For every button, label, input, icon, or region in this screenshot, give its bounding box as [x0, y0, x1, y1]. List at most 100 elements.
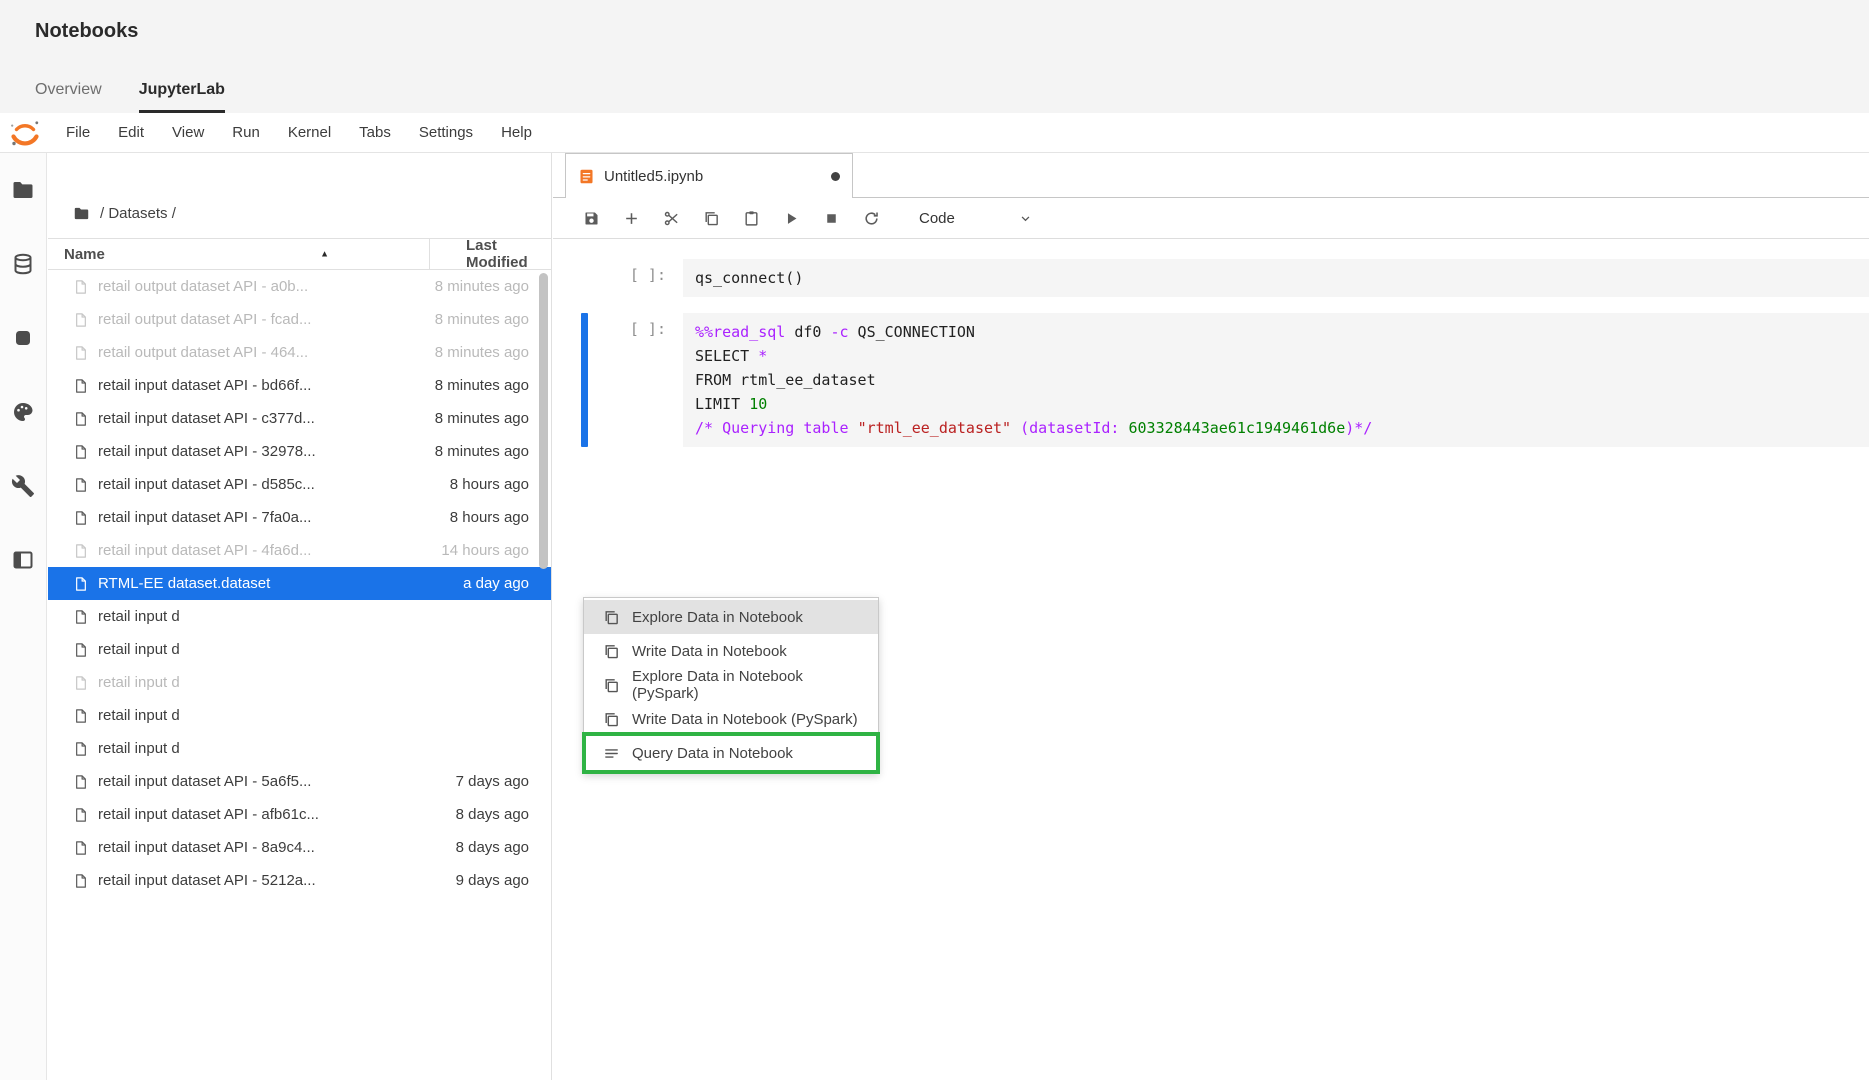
file-row[interactable]: retail input d [48, 600, 551, 633]
file-row[interactable]: retail input dataset API - bd66f... 8 min… [48, 369, 551, 402]
file-icon [73, 873, 89, 889]
notebook-cell[interactable]: [ ]: %%read_sql df0 -c QS_CONNECTION SELEC… [553, 313, 1869, 447]
cut-button[interactable] [663, 210, 680, 227]
cell-editor[interactable]: %%read_sql df0 -c QS_CONNECTION SELECT * F… [683, 313, 1869, 447]
file-row[interactable]: retail input d [48, 732, 551, 765]
cell-editor[interactable]: qs_connect() [683, 259, 1869, 297]
menu-view[interactable]: View [158, 113, 218, 152]
file-row[interactable]: retail input dataset API - 4fa6d... 14 ho… [48, 534, 551, 567]
file-modified: 9 days ago [455, 872, 529, 889]
platform-header: Notebooks Overview JupyterLab [0, 0, 1869, 113]
sidebar-tab-stop[interactable] [0, 301, 47, 375]
file-modified: a day ago [463, 575, 529, 592]
file-name: retail input dataset API - bd66f... [98, 377, 312, 394]
copy-button[interactable] [703, 210, 720, 227]
menu-run[interactable]: Run [218, 113, 274, 152]
context-item-explore-data-in-notebook[interactable]: Explore Data in Notebook [584, 600, 878, 634]
page-title: Notebooks [35, 20, 139, 42]
file-icon [73, 345, 89, 361]
file-modified: 8 minutes ago [434, 410, 529, 427]
menu-file[interactable]: File [52, 113, 104, 152]
file-modified: 8 minutes ago [434, 278, 529, 295]
file-row[interactable]: retail input dataset API - 7fa0a... 8 hou… [48, 501, 551, 534]
folder-icon [73, 205, 90, 222]
sort-ascending-icon[interactable]: ▲ [320, 249, 329, 259]
file-row[interactable]: retail input dataset API - c377d... 8 min… [48, 402, 551, 435]
save-button[interactable] [583, 210, 600, 227]
sidebar-tab-wrench[interactable] [0, 449, 47, 523]
sidebar-tab-palette[interactable] [0, 375, 47, 449]
notebook-tab[interactable]: Untitled5.ipynb [565, 153, 853, 198]
copy-icon [603, 609, 620, 626]
toolbar-buttons [583, 210, 880, 227]
tab-overview[interactable]: Overview [35, 81, 102, 113]
context-item-label: Explore Data in Notebook [632, 608, 803, 626]
menu-settings[interactable]: Settings [405, 113, 487, 152]
file-name: retail input dataset API - 32978... [98, 443, 316, 460]
context-item-label: Write Data in Notebook [632, 642, 787, 660]
file-row[interactable]: retail output dataset API - a0b... 8 minu… [48, 270, 551, 303]
notebook-cell[interactable]: [ ]: qs_connect() [553, 259, 1869, 297]
tab-jupyterlab[interactable]: JupyterLab [138, 81, 225, 113]
file-name: retail output dataset API - a0b... [98, 278, 309, 295]
wrench-icon [11, 474, 35, 498]
file-modified: 8 hours ago [449, 476, 529, 493]
menu-help[interactable]: Help [487, 113, 546, 152]
file-row[interactable]: retail input d [48, 699, 551, 732]
file-row[interactable]: retail input d [48, 666, 551, 699]
sidebar-tab-folder[interactable] [0, 153, 47, 227]
main-area: / Datasets / Name ▲ Last Modified retail… [0, 153, 1869, 1080]
file-row[interactable]: retail input d [48, 633, 551, 666]
menu-kernel[interactable]: Kernel [274, 113, 345, 152]
file-row[interactable]: retail output dataset API - 464... 8 minu… [48, 336, 551, 369]
context-item-write-data-in-notebook-pyspark[interactable]: Write Data in Notebook (PySpark) [584, 702, 878, 736]
file-row[interactable]: retail input dataset API - 5a6f5... 7 day… [48, 765, 551, 798]
jupyter-logo-icon [8, 118, 42, 148]
chevron-down-icon[interactable] [1018, 211, 1033, 226]
file-row[interactable]: retail input dataset API - 5212a... 9 day… [48, 864, 551, 897]
file-row[interactable]: retail input dataset API - d585c... 8 hou… [48, 468, 551, 501]
add-button[interactable] [623, 210, 640, 227]
context-menu: Explore Data in Notebook Write Data in No… [582, 597, 880, 774]
file-browser: / Datasets / Name ▲ Last Modified retail… [48, 153, 552, 1080]
file-row[interactable]: retail input dataset API - afb61c... 8 da… [48, 798, 551, 831]
file-row[interactable]: retail input dataset API - 8a9c4... 8 day… [48, 831, 551, 864]
file-name: retail input dataset API - afb61c... [98, 806, 319, 823]
file-row[interactable]: RTML-EE dataset.dataset a day ago [48, 567, 551, 600]
file-modified: 8 minutes ago [434, 443, 529, 460]
query-icon [603, 745, 620, 762]
file-name: retail input dataset API - 7fa0a... [98, 509, 312, 526]
file-icon [73, 609, 89, 625]
breadcrumb[interactable]: / Datasets / [73, 205, 176, 222]
file-icon [73, 576, 89, 592]
context-item-query-data-in-notebook[interactable]: Query Data in Notebook [582, 732, 880, 774]
file-list-scrollbar[interactable] [539, 273, 548, 569]
platform-tabs: Overview JupyterLab [35, 81, 225, 113]
file-row[interactable]: retail input dataset API - 32978... 8 min… [48, 435, 551, 468]
cell-type-select[interactable]: Code [919, 210, 955, 227]
file-icon [73, 741, 89, 757]
context-item-write-data-in-notebook[interactable]: Write Data in Notebook [584, 634, 878, 668]
run-button[interactable] [783, 210, 800, 227]
file-modified: 8 minutes ago [434, 344, 529, 361]
menu-edit[interactable]: Edit [104, 113, 158, 152]
menu-tabs[interactable]: Tabs [345, 113, 405, 152]
column-header-modified[interactable]: Last Modified [429, 237, 551, 271]
folder-icon [11, 178, 35, 202]
unsaved-changes-indicator [831, 171, 840, 181]
file-row[interactable]: retail output dataset API - fcad... 8 min… [48, 303, 551, 336]
file-icon [73, 642, 89, 658]
stop-icon [11, 326, 35, 350]
menubar-items: File Edit View Run Kernel Tabs Settings Help [52, 113, 546, 152]
sidebar-tab-database[interactable] [0, 227, 47, 301]
breadcrumb-path: / Datasets / [100, 205, 176, 222]
context-item-explore-data-in-notebook-pyspark[interactable]: Explore Data in Notebook (PySpark) [584, 668, 878, 702]
stop-button[interactable] [823, 210, 840, 227]
palette-icon [11, 400, 35, 424]
sidebar-tab-panel[interactable] [0, 523, 47, 597]
paste-button[interactable] [743, 210, 760, 227]
copy-icon [603, 677, 620, 694]
column-header-name[interactable]: Name ▲ [48, 239, 429, 269]
file-icon [73, 378, 89, 394]
restart-button[interactable] [863, 210, 880, 227]
